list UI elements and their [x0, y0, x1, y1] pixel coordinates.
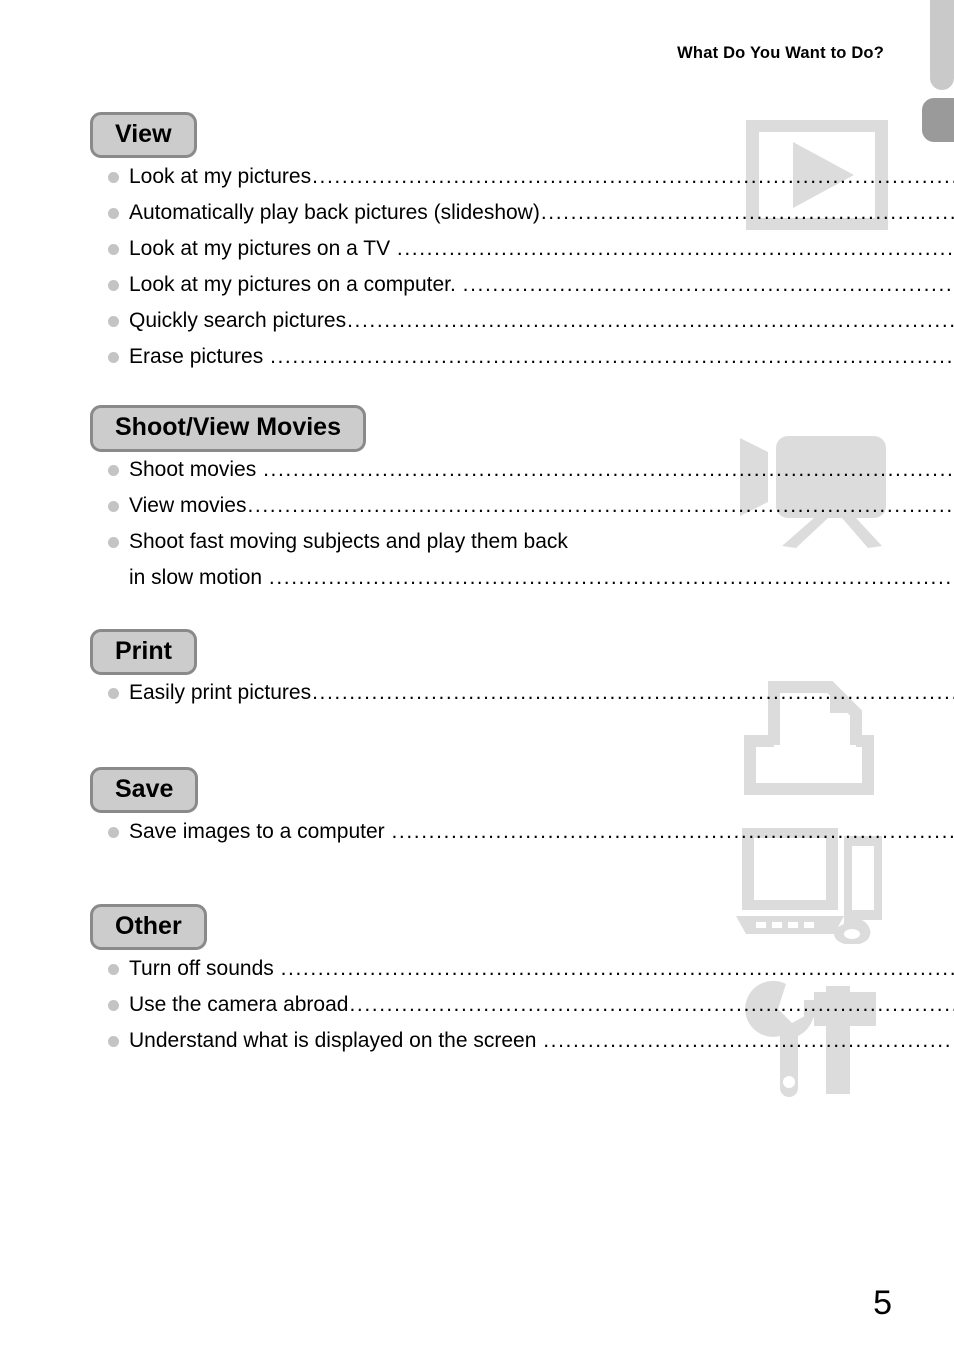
section-shoot-view-movies: Shoot/View Movies Shoot movies .........… [90, 405, 954, 596]
entry-label: Look at my pictures on a TV [129, 236, 396, 260]
dot-leader: ........................................… [543, 1029, 954, 1051]
dot-leader: ........................................… [540, 201, 954, 223]
bullet-icon [108, 171, 119, 183]
list-item[interactable]: Automatically play back pictures (slides… [90, 194, 954, 230]
dot-leader: ........................................… [263, 459, 954, 480]
bullet-icon [108, 688, 119, 700]
bullet-icon [108, 1035, 119, 1047]
bullet-icon [108, 207, 119, 219]
tab-marker-light [930, 0, 954, 90]
section-other: Other Turn off sounds ..................… [90, 904, 954, 1058]
section-badge-save: Save [90, 766, 199, 813]
bullet-icon [108, 465, 119, 476]
list-item[interactable]: Look at my pictures ....................… [90, 158, 954, 194]
entry-label: Automatically play back pictures (slides… [129, 200, 540, 224]
entry-list-other: Turn off sounds ........................… [90, 950, 954, 1058]
dot-leader: ........................................… [247, 495, 954, 516]
entry-label: Understand what is displayed on the scre… [129, 1028, 543, 1052]
list-item[interactable]: Look at my pictures on a computer. .....… [90, 266, 954, 302]
entry-label: View movies [129, 494, 247, 517]
entry-label: Erase pictures [129, 344, 270, 368]
dot-leader: ........................................… [312, 165, 954, 187]
dot-leader: ........................................… [270, 345, 954, 367]
list-item[interactable]: Save images to a computer ..............… [90, 813, 954, 849]
list-item[interactable]: Use the camera abroad ..................… [90, 986, 954, 1022]
bullet-icon [108, 501, 119, 512]
bullet-icon [108, 963, 119, 975]
section-print: Print Easily print pictures ............… [90, 628, 954, 711]
bullet-icon [108, 826, 119, 838]
content-area: View Look at my pictures ...............… [90, 112, 954, 1097]
entry-list-shoot-view-movies: Shoot movies ...........................… [90, 452, 954, 596]
entry-list-save: Save images to a computer ..............… [90, 813, 954, 849]
dot-leader: ........................................… [349, 993, 954, 1015]
list-item[interactable]: Shoot fast moving subjects and play them… [90, 524, 954, 596]
entry-label: Look at my pictures on a computer. [129, 272, 462, 296]
entry-label: Use the camera abroad [129, 992, 349, 1016]
section-badge-print: Print [90, 628, 197, 675]
page-number: 5 [873, 1284, 892, 1322]
section-badge-shoot-view-movies: Shoot/View Movies [90, 405, 366, 452]
bullet-icon [108, 315, 119, 327]
bullet-icon [108, 537, 119, 548]
list-item[interactable]: Look at my pictures on a TV ............… [90, 230, 954, 266]
entry-label: Easily print pictures [129, 681, 312, 705]
section-save: Save Save images to a computer .........… [90, 766, 954, 849]
list-item[interactable]: View movies ............................… [90, 488, 954, 524]
tab-marker-dark [922, 98, 954, 142]
page-title: What Do You Want to Do? [677, 44, 884, 62]
entry-label: Quickly search pictures [129, 308, 347, 332]
entry-label: Shoot fast moving subjects and play them… [129, 530, 568, 553]
section-view: View Look at my pictures ...............… [90, 112, 954, 374]
list-item[interactable]: Turn off sounds ........................… [90, 950, 954, 986]
list-item[interactable]: Shoot movies ...........................… [90, 452, 954, 488]
dot-leader: ........................................… [391, 820, 954, 842]
list-item[interactable]: Easily print pictures ..................… [90, 675, 954, 711]
list-item[interactable]: Understand what is displayed on the scre… [90, 1022, 954, 1058]
section-badge-view: View [90, 112, 197, 159]
entry-label: Look at my pictures [129, 164, 312, 188]
dot-leader: ........................................… [462, 273, 954, 295]
bullet-icon [108, 351, 119, 363]
bullet-icon [108, 243, 119, 255]
list-item[interactable]: Erase pictures .........................… [90, 338, 954, 374]
dot-leader: ........................................… [396, 237, 954, 259]
bullet-icon [108, 999, 119, 1011]
dot-leader: ........................................… [312, 682, 954, 704]
dot-leader: ........................................… [268, 567, 954, 588]
entry-label-continued: in slow motion [129, 566, 268, 589]
dot-leader: ........................................… [347, 309, 954, 331]
list-item[interactable]: Quickly search pictures ................… [90, 302, 954, 338]
entry-label: Shoot movies [129, 458, 263, 481]
dot-leader: ........................................… [280, 957, 954, 979]
entry-label: Save images to a computer [129, 819, 391, 843]
entry-list-view: Look at my pictures ....................… [90, 158, 954, 374]
entry-label: Turn off sounds [129, 956, 280, 980]
section-badge-other: Other [90, 904, 207, 951]
bullet-icon [108, 279, 119, 291]
entry-list-print: Easily print pictures ..................… [90, 675, 954, 711]
